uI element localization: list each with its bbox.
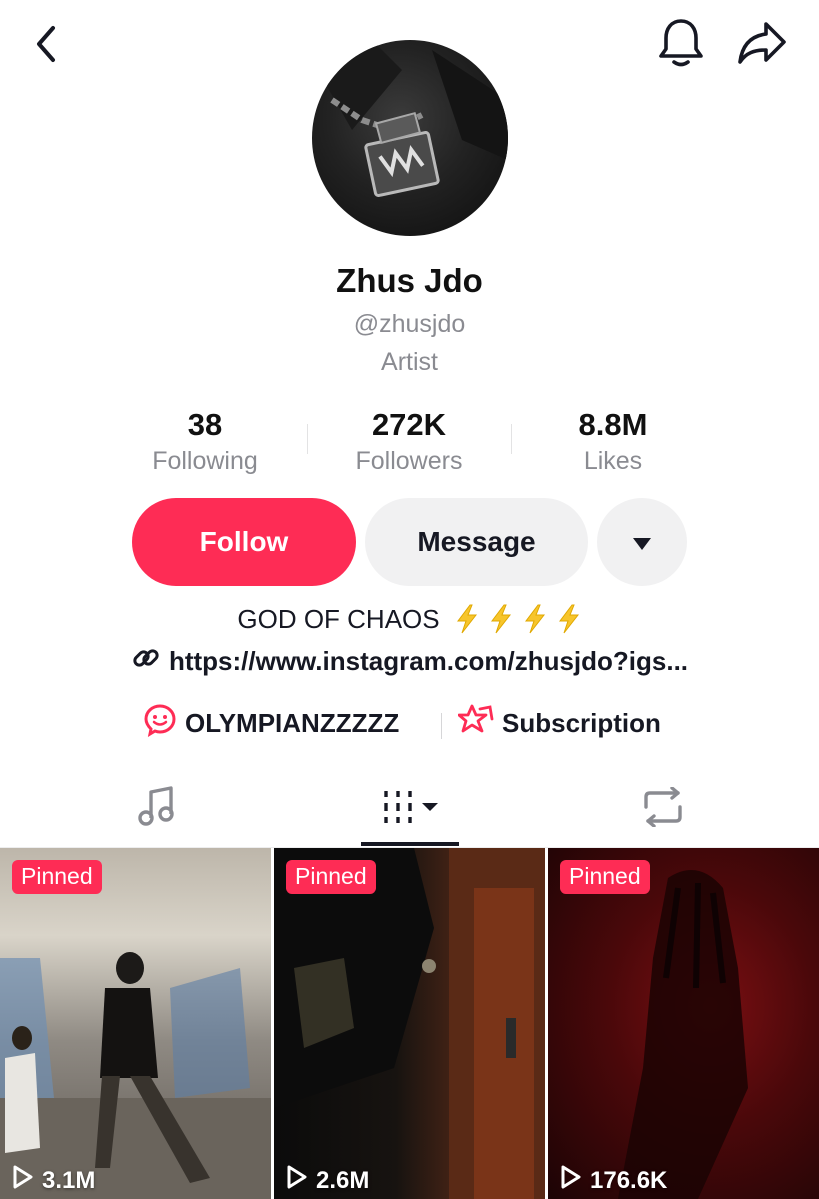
lightning-icon <box>490 604 511 634</box>
pinned-badge: Pinned <box>12 860 102 894</box>
followers-count: 272K <box>371 407 447 442</box>
likes-label: Likes <box>583 447 643 475</box>
back-button[interactable] <box>22 22 70 70</box>
profile-stats: 38 Following 272K Followers 8.8M Likes <box>0 405 819 485</box>
profile-chips: OLYMPIANZZZZZ Subscription <box>0 703 819 749</box>
tab-reposts[interactable] <box>526 770 799 848</box>
stat-divider <box>511 424 512 454</box>
message-button[interactable]: Message <box>365 498 588 586</box>
video-thumbnail[interactable]: Pinned 2.6M <box>274 848 545 1199</box>
lightning-icon <box>558 604 579 634</box>
video-thumbnail[interactable]: Pinned 3.1M <box>0 848 271 1199</box>
stat-followers[interactable]: 272K Followers <box>309 405 509 477</box>
bell-icon <box>657 17 705 74</box>
view-count: 176.6K <box>560 1164 667 1197</box>
stat-likes[interactable]: 8.8M Likes <box>513 405 713 477</box>
account-category: Artist <box>381 348 438 376</box>
star-ticket-icon <box>457 703 494 744</box>
lightning-icon <box>456 604 477 634</box>
pinned-badge: Pinned <box>560 860 650 894</box>
display-name: Zhus Jdo <box>336 262 483 299</box>
link-icon <box>131 643 161 680</box>
username-handle: @zhusjdo <box>353 310 466 338</box>
play-icon <box>286 1164 308 1197</box>
subscription-label: Subscription <box>502 708 661 738</box>
suggested-accounts-button[interactable] <box>597 498 687 586</box>
subscription-chip[interactable]: Subscription <box>457 703 661 744</box>
smile-chat-icon <box>143 703 177 744</box>
likes-count: 8.8M <box>578 407 648 442</box>
pinned-badge: Pinned <box>286 860 376 894</box>
play-icon <box>12 1164 34 1197</box>
view-count-value: 3.1M <box>42 1166 96 1194</box>
view-count-value: 176.6K <box>590 1166 668 1194</box>
notification-button[interactable] <box>654 18 708 72</box>
share-arrow-icon <box>736 20 788 71</box>
stat-divider <box>307 424 308 454</box>
following-label: Following <box>152 447 258 475</box>
video-grid: Pinned 3.1M Pinned 2.6M Pinned 176.6K <box>0 848 819 1199</box>
videos-grid-icon <box>378 787 442 832</box>
following-count: 38 <box>187 407 223 442</box>
view-count: 3.1M <box>12 1164 95 1197</box>
avatar[interactable] <box>312 40 508 236</box>
bio-link-url: https://www.instagram.com/zhusjdo?igs... <box>168 646 689 676</box>
stat-following[interactable]: 38 Following <box>105 405 305 477</box>
repost-icon <box>640 785 686 832</box>
chip-divider <box>441 713 442 739</box>
content-tabs <box>0 770 819 848</box>
community-label: OLYMPIANZZZZZ <box>185 708 400 738</box>
bio-text: GOD OF CHAOS <box>237 603 440 634</box>
lightning-emojis <box>454 603 582 635</box>
share-button[interactable] <box>734 18 790 72</box>
caret-down-icon <box>632 526 652 558</box>
avatar-chain-pendant-image <box>312 40 508 198</box>
active-tab-indicator <box>361 842 459 846</box>
tab-music[interactable] <box>20 770 293 848</box>
tab-videos[interactable] <box>273 770 546 848</box>
community-chip[interactable]: OLYMPIANZZZZZ <box>143 703 399 744</box>
video-thumbnail[interactable]: Pinned 176.6K <box>548 848 819 1199</box>
video-scene-image <box>0 952 271 1199</box>
back-arrow-icon <box>31 24 61 69</box>
play-icon <box>560 1164 582 1197</box>
view-count-value: 2.6M <box>316 1166 370 1194</box>
music-note-icon <box>137 785 177 833</box>
follow-button[interactable]: Follow <box>132 498 356 586</box>
video-scene-image <box>274 848 545 1199</box>
bio-link[interactable]: https://www.instagram.com/zhusjdo?igs... <box>0 643 819 680</box>
followers-label: Followers <box>355 447 463 475</box>
view-count: 2.6M <box>286 1164 369 1197</box>
lightning-icon <box>524 604 545 634</box>
video-scene-image <box>618 870 748 1199</box>
bio: GOD OF CHAOS <box>0 603 819 635</box>
